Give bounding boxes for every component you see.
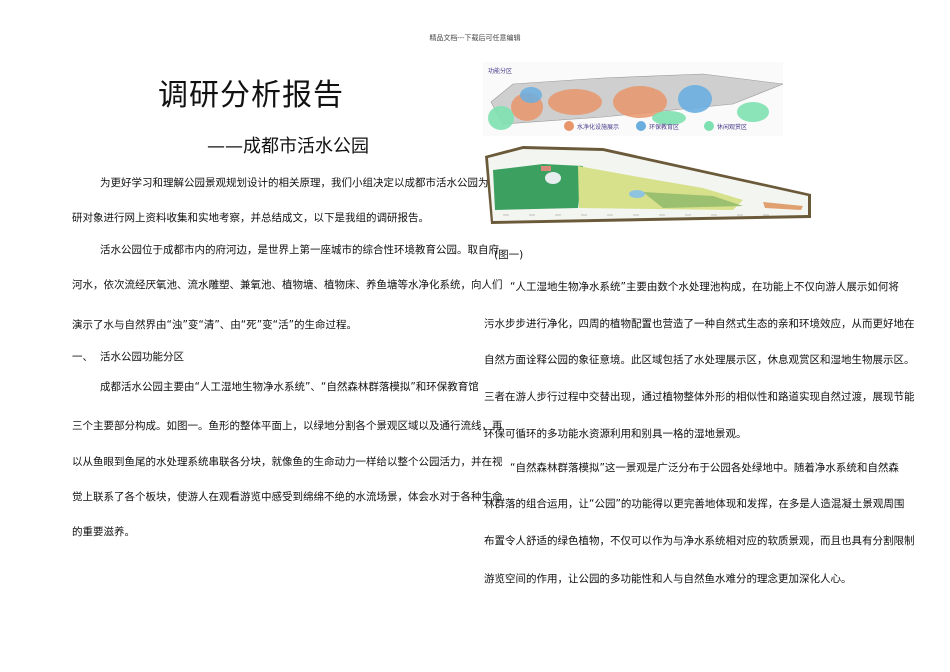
- paragraph-line: 布置令人舒适的绿色植物，不仅可以作为与净水系统相对应的软质景观，而且也具有分割限…: [484, 535, 915, 547]
- paragraph-line: 游览空间的作用，让公园的多功能性和人与自然鱼水难分的理念更加深化人心。: [484, 573, 852, 585]
- paragraph-line: 污水步步进行净化，四周的植物配置也营造了一种自然式生态的亲和环境效应，从而更好地…: [484, 318, 915, 330]
- map-title: 功能分区: [488, 67, 512, 75]
- paragraph-line: “自然森林群落模拟”这一景观是广泛分布于公园各处绿地中。随着净水系统和自然森: [510, 462, 899, 474]
- park-map-photo: [485, 146, 811, 224]
- paragraph-line: 成都活水公园主要由“人工湿地生物净水系统”、“自然森林群落模拟”和环保教育馆: [100, 381, 479, 393]
- paragraph-line: 自然方面诠释公园的象征意境。此区域包括了水处理展示区，休息观赏区和湿地生物展示区…: [484, 354, 915, 366]
- paragraph-line: 河水，依次流经厌氧池、流水雕塑、兼氧池、植物塘、植物床、养鱼塘等水净化系统，向人…: [72, 279, 503, 291]
- paragraph-line: 三个主要部分构成。如图一。鱼形的整体平面上，以绿地分割各个景观区域以及通行流线，…: [72, 420, 503, 432]
- document-subtitle: ——成都市活水公园: [207, 136, 369, 157]
- paragraph-line: 环保可循环的多功能水资源利用和别具一格的湿地景观。: [484, 428, 747, 440]
- paragraph-line: 演示了水与自然界由“浊”变“清”、由“死”变“活”的生命过程。: [72, 319, 358, 331]
- paragraph-line: 以从鱼眼到鱼尾的水处理系统串联各分块，就像鱼的生命动力一样给以整个公园活力，并在…: [72, 456, 503, 468]
- paragraph-line: 觉上联系了各个板块，使游人在观看游览中感受到绵绵不绝的水流场景，体会水对于各种生…: [72, 491, 503, 503]
- legend-label: 休闲观赏区: [717, 123, 747, 131]
- document-title: 调研分析报告: [158, 78, 344, 113]
- paragraph-line: 为更好学习和理解公园景观规划设计的相关原理，我们小组决定以成都市活水公园为调: [100, 177, 499, 189]
- legend-swatch: [704, 121, 714, 131]
- legend-swatch: [564, 121, 574, 131]
- paragraph-line: “人工湿地生物净水系统”主要由数个水处理池构成，在功能上不仅向游人展示如何将: [510, 281, 899, 293]
- page-header: 精品文档---下载后可任意编辑: [429, 34, 521, 42]
- legend-label: 环保教育区: [649, 123, 679, 131]
- paragraph-line: 三者在游人步行过程中交替出现，通过植物整体外形的相似性和路道实现自然过渡，展现节…: [484, 391, 915, 403]
- legend-label: 水净化设施展示: [577, 123, 619, 131]
- section-number: 一、: [72, 351, 93, 363]
- figure-caption: (图一): [494, 249, 524, 261]
- paragraph-line: 林群落的组合运用，让“公园”的功能得以更完善地体现和发挥，在多是人造混凝土景观周…: [484, 498, 905, 510]
- legend-swatch: [636, 121, 646, 131]
- zoning-map-image: 功能分区 水净化设施展示 环保教育区 休闲观赏区: [483, 62, 783, 136]
- section-heading: 活水公园功能分区: [100, 351, 184, 363]
- paragraph-line: 研对象进行网上资料收集和实地考察，并总结成文，以下是我组的调研报告。: [72, 212, 429, 224]
- paragraph-line: 活水公园位于成都市内的府河边，是世界上第一座城市的综合性环境教育公园。取自府: [100, 244, 499, 256]
- paragraph-line: 的重要滋养。: [72, 526, 135, 538]
- document-page: 精品文档---下载后可任意编辑 调研分析报告 ——成都市活水公园 为更好学习和理…: [0, 0, 950, 672]
